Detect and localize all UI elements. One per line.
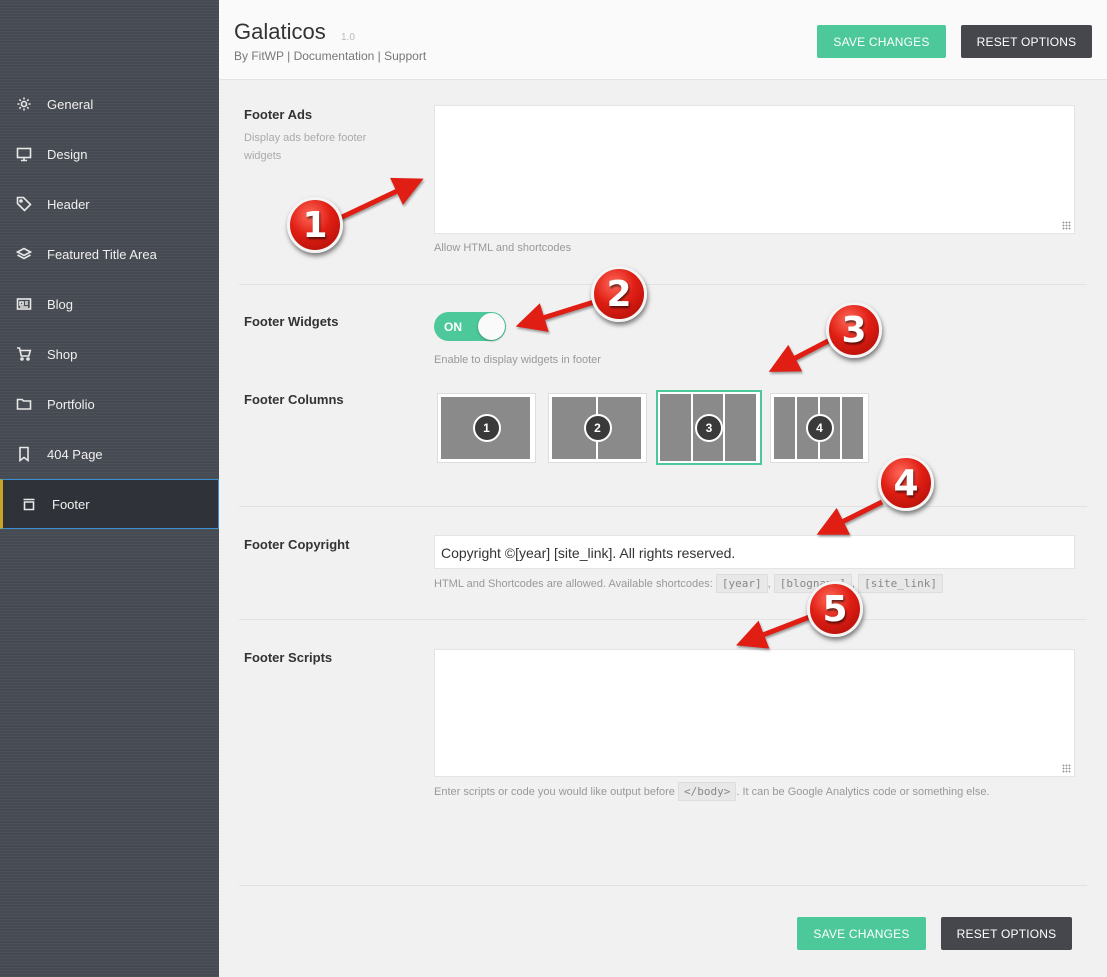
- sidebar-item-label: Shop: [47, 346, 78, 362]
- sidebar-item-portfolio[interactable]: Portfolio: [0, 379, 219, 429]
- footer-scripts-label: Footer Scripts: [244, 650, 333, 665]
- sidebar-item-label: General: [47, 96, 94, 112]
- toggle-on-label: ON: [444, 320, 462, 334]
- resize-handle-icon[interactable]: [1062, 764, 1071, 773]
- bookmark-icon: [15, 445, 33, 463]
- sidebar-item-label: Header: [47, 196, 90, 212]
- footer-columns-option-4[interactable]: 4: [770, 393, 869, 463]
- column-layout-preview: 3: [660, 394, 759, 461]
- sidebar-item-404-page[interactable]: 404 Page: [0, 429, 219, 479]
- sidebar-item-label: Blog: [47, 296, 74, 312]
- footer-columns-option-3[interactable]: 3: [656, 390, 762, 465]
- author-link[interactable]: By FitWP: [234, 49, 284, 63]
- sidebar-item-blog[interactable]: Blog: [0, 279, 219, 329]
- footer-widgets-hint: Enable to display widgets in footer: [434, 354, 601, 366]
- footer-widgets-label: Footer Widgets: [244, 314, 339, 329]
- footer-copyright-input[interactable]: Copyright ©[year] [site_link]. All right…: [434, 535, 1075, 569]
- shortcodes-hint-text: HTML and Shortcodes are allowed. Availab…: [434, 578, 713, 590]
- sidebar-item-label: Featured Title Area: [47, 246, 157, 262]
- annotation-badge-3: 3: [826, 302, 882, 358]
- section-divider: [239, 284, 1087, 285]
- footer-ads-textarea[interactable]: [434, 105, 1075, 234]
- section-divider: [239, 885, 1087, 886]
- sidebar-item-general[interactable]: General: [0, 79, 219, 129]
- sidebar-item-label: Portfolio: [47, 396, 95, 412]
- main-panel: Galaticos 1.0 By FitWP | Documentation |…: [219, 0, 1107, 977]
- annotation-badge-5: 5: [807, 581, 863, 637]
- sidebar-item-design[interactable]: Design: [0, 129, 219, 179]
- news-icon: [15, 295, 33, 313]
- page-title: Galaticos: [234, 19, 326, 44]
- section-divider: [239, 506, 1087, 507]
- sidebar-item-header[interactable]: Header: [0, 179, 219, 229]
- layers-icon: [15, 245, 33, 263]
- save-button[interactable]: SAVE CHANGES: [817, 25, 946, 58]
- column-layout-preview: 2: [552, 397, 643, 459]
- header-links: By FitWP | Documentation | Support: [234, 49, 426, 63]
- sidebar-item-label: 404 Page: [47, 446, 103, 462]
- footer-scripts-textarea[interactable]: [434, 649, 1075, 777]
- body-tag-code: </body>: [677, 782, 737, 801]
- footer-columns-option-2[interactable]: 2: [548, 393, 647, 463]
- column-layout-preview: 1: [441, 397, 532, 459]
- sidebar-nav: General Design Header Featured Title Are…: [0, 79, 219, 529]
- footer-ads-hint: Allow HTML and shortcodes: [434, 242, 572, 254]
- bottom-save-button[interactable]: SAVE CHANGES: [797, 917, 926, 950]
- annotation-badge-2: 2: [591, 266, 647, 322]
- version-label: 1.0: [341, 32, 355, 43]
- scripts-hint-suffix: . It can be Google Analytics code or som…: [736, 786, 990, 798]
- column-count-badge: 1: [472, 414, 501, 442]
- annotation-badge-4: 4: [878, 455, 934, 511]
- footer-copyright-hint: HTML and Shortcodes are allowed. Availab…: [434, 574, 943, 593]
- sidebar: General Design Header Featured Title Are…: [0, 0, 219, 977]
- footer-ads-description: Display ads before footer widgets: [244, 132, 367, 162]
- resize-handle-icon[interactable]: [1062, 221, 1071, 230]
- column-block: [725, 394, 759, 461]
- documentation-link[interactable]: Documentation: [294, 49, 375, 63]
- column-count-badge: 2: [583, 414, 612, 442]
- column-count-badge: 4: [805, 414, 834, 442]
- sidebar-item-shop[interactable]: Shop: [0, 329, 219, 379]
- footer-copyright-label: Footer Copyright: [244, 537, 350, 552]
- footer-columns-option-1[interactable]: 1: [437, 393, 536, 463]
- archive-icon: [20, 495, 38, 513]
- bottom-reset-button[interactable]: RESET OPTIONS: [941, 917, 1072, 950]
- top-bar: Galaticos 1.0 By FitWP | Documentation |…: [219, 0, 1107, 80]
- scripts-hint-text: Enter scripts or code you would like out…: [434, 786, 675, 798]
- column-block: [842, 397, 865, 459]
- column-layout-preview: 4: [774, 397, 865, 459]
- sidebar-item-label: Design: [47, 146, 88, 162]
- reset-button[interactable]: RESET OPTIONS: [961, 25, 1092, 58]
- footer-ads-label: Footer Ads: [244, 107, 313, 122]
- footer-widgets-toggle[interactable]: ON: [434, 312, 506, 341]
- support-link[interactable]: Support: [384, 49, 426, 63]
- column-block: [660, 394, 693, 461]
- link-separator: |: [377, 49, 381, 63]
- link-separator: |: [287, 49, 291, 63]
- comma: ,: [767, 578, 771, 590]
- monitor-icon: [15, 145, 33, 163]
- tag-icon: [15, 195, 33, 213]
- sidebar-item-featured-title-area[interactable]: Featured Title Area: [0, 229, 219, 279]
- sidebar-item-label: Footer: [52, 496, 90, 512]
- cart-icon: [15, 345, 33, 363]
- gear-icon: [15, 95, 33, 113]
- column-block: [774, 397, 797, 459]
- shortcode-site-link: [site_link]: [858, 574, 943, 593]
- shortcode-year: [year]: [715, 574, 768, 593]
- annotation-badge-1: 1: [287, 197, 343, 253]
- footer-columns-label: Footer Columns: [244, 392, 344, 407]
- column-count-badge: 3: [695, 413, 723, 442]
- toggle-knob: [478, 313, 505, 340]
- sidebar-item-footer[interactable]: Footer: [0, 479, 219, 529]
- footer-scripts-hint: Enter scripts or code you would like out…: [434, 782, 990, 801]
- section-divider: [239, 619, 1087, 620]
- folder-icon: [15, 395, 33, 413]
